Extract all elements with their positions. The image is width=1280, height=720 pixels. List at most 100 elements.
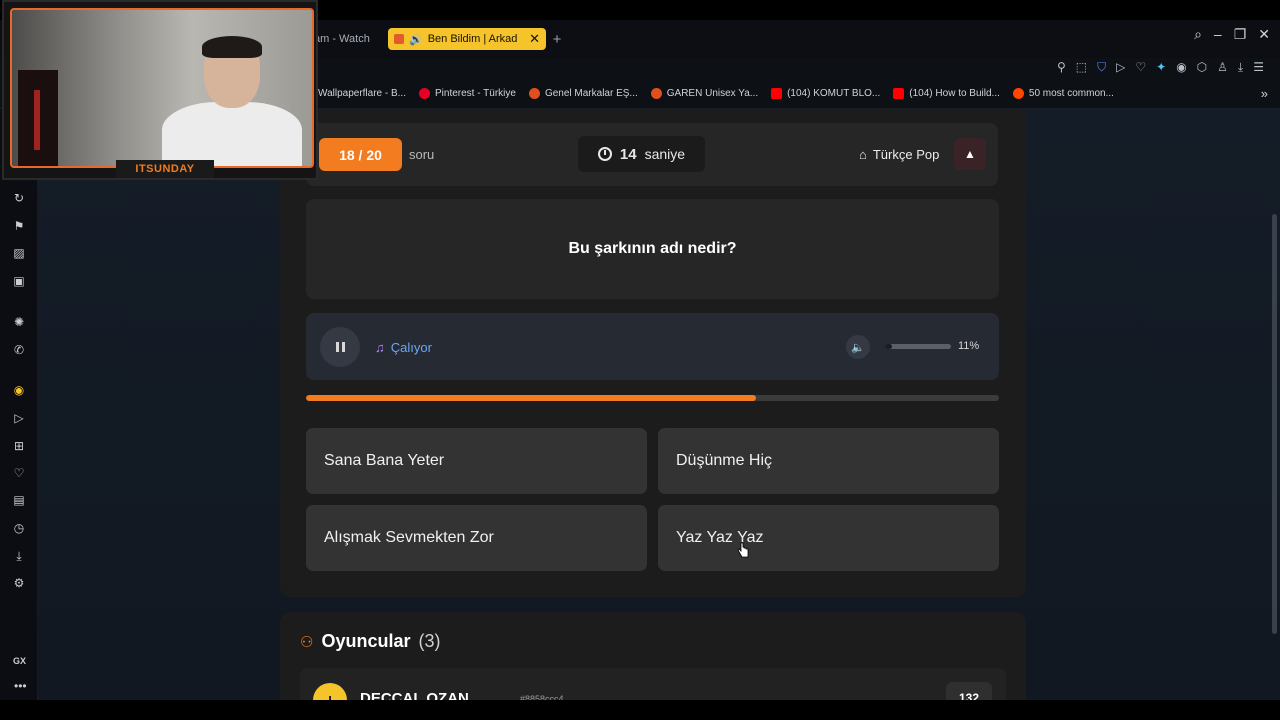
new-tab-button[interactable]: +: [550, 28, 564, 50]
players-count: (3): [418, 631, 441, 651]
send-icon[interactable]: ▷: [12, 411, 26, 425]
speaker-icon: 🔊: [409, 33, 423, 46]
player-score: 132: [946, 682, 992, 700]
pinboard-icon[interactable]: ▤: [12, 493, 26, 507]
youtube-icon: [771, 88, 783, 99]
menu-icon[interactable]: ☰: [1253, 60, 1264, 75]
player-row: I DECCAL OZAN #8858ccc4 132: [300, 668, 1006, 700]
answer-option[interactable]: Yaz Yaz Yaz: [658, 505, 999, 571]
heart-icon[interactable]: ♡: [1135, 60, 1146, 75]
gaming-icon[interactable]: ⚑: [12, 219, 26, 233]
extensions-icon[interactable]: ⬡: [1197, 60, 1207, 75]
avatar: I: [313, 683, 347, 700]
heart-icon[interactable]: ♡: [12, 466, 26, 480]
time-progress-fill: [306, 395, 757, 401]
restore-icon[interactable]: ❐: [1234, 26, 1247, 43]
tab-ben-bildim[interactable]: 🔊 Ben Bildim | Arkad ✕: [388, 28, 546, 50]
bookmarks-overflow-button[interactable]: »: [1261, 86, 1268, 101]
history-icon[interactable]: ◷: [12, 521, 26, 535]
player-name: DECCAL OZAN: [360, 690, 469, 700]
speaker-icon: 🔈: [851, 341, 865, 354]
playing-status: ♫ Çalıyor: [375, 340, 432, 355]
ai-icon[interactable]: ✦: [1156, 60, 1166, 75]
bookmark-list: Wallpaperflare - B... Pinterest - Türkiy…: [318, 88, 1114, 99]
vpn-icon[interactable]: ◉: [1176, 60, 1186, 75]
quiz-header: 18 / 20 soru 14 saniye ⌂ Türkçe Pop ▲: [306, 123, 998, 186]
pin-icon[interactable]: ⚲: [1057, 60, 1066, 75]
search-icon[interactable]: ⌕: [1194, 26, 1202, 43]
tag-icon: ⌂: [859, 147, 867, 162]
chatgpt-icon[interactable]: ✺: [12, 315, 26, 329]
category-label: ⌂ Türkçe Pop: [859, 147, 939, 162]
bookmark-item[interactable]: (104) KOMUT BLO...: [771, 88, 880, 99]
twitch-icon[interactable]: ▨: [12, 246, 26, 260]
apps-icon[interactable]: ⊞: [12, 439, 26, 453]
favicon-icon: [394, 34, 404, 44]
report-button[interactable]: ▲: [954, 138, 986, 170]
whatsapp-icon[interactable]: ✆: [12, 343, 26, 357]
answer-option[interactable]: Düşünme Hiç: [658, 428, 999, 494]
profile-icon[interactable]: ♙: [1217, 60, 1228, 75]
volume-slider-fill: [885, 344, 893, 349]
timer-value: 14: [619, 145, 637, 163]
close-tab-icon[interactable]: ✕: [529, 31, 540, 47]
webcam-overlay: ITSUNDAY: [2, 0, 318, 180]
close-icon[interactable]: ✕: [1258, 26, 1270, 43]
site-icon: [650, 88, 662, 99]
settings-icon[interactable]: ⚙: [12, 576, 26, 590]
more-icon[interactable]: •••: [14, 679, 27, 693]
refresh-icon[interactable]: ↻: [12, 191, 26, 205]
window-controls: ⌕ – ❐ ✕: [1194, 26, 1270, 43]
bookmark-item[interactable]: Pinterest - Türkiye: [419, 88, 516, 99]
category-name: Türkçe Pop: [872, 147, 940, 162]
tab-title: Ben Bildim | Arkad: [427, 33, 518, 45]
answer-option[interactable]: Alışmak Sevmekten Zor: [306, 505, 647, 571]
shield-icon[interactable]: ⛉: [1097, 60, 1106, 75]
pause-icon-bar: [341, 342, 345, 352]
mastodon-icon[interactable]: ▣: [12, 274, 26, 288]
volume-percent: 11%: [958, 340, 980, 352]
bookmark-label: GAREN Unisex Ya...: [666, 88, 759, 99]
bookmark-label: (104) How to Build...: [909, 88, 1000, 99]
tab-title: am - Watch: [314, 33, 370, 45]
bookmark-item[interactable]: GAREN Unisex Ya...: [650, 88, 759, 99]
browser-sidebar: ↻ ⚑ ▨ ▣ ✺ ✆ ◉ ▷ ⊞ ♡ ▤ ◷ ⤓ ⚙ GX •••: [0, 109, 38, 700]
download-icon[interactable]: ⤓: [1238, 60, 1243, 75]
music-icon[interactable]: ◉: [12, 383, 26, 397]
bookmark-item[interactable]: (104) How to Build...: [893, 88, 1000, 99]
snapshot-icon[interactable]: ⬚: [1076, 60, 1087, 75]
gx-label[interactable]: GX: [13, 656, 26, 666]
site-icon: [528, 88, 540, 99]
audio-player: ♫ Çalıyor 🔈 11%: [306, 313, 999, 380]
pc-case-image: [18, 70, 58, 166]
pause-button[interactable]: [320, 327, 360, 367]
tab-youtube[interactable]: am - Watch: [314, 28, 384, 50]
bookmark-label: (104) KOMUT BLO...: [787, 88, 881, 99]
answer-option[interactable]: Sana Bana Yeter: [306, 428, 647, 494]
download-icon[interactable]: ⤓: [12, 549, 26, 563]
volume-button[interactable]: 🔈: [846, 335, 870, 359]
toolbar-icons: ⚲ ⬚ ⛉ ▷ ♡ ✦ ◉ ⬡ ♙ ⤓ ☰: [1057, 60, 1264, 75]
page-content: 18 / 20 soru 14 saniye ⌂ Türkçe Pop ▲ Bu…: [38, 109, 1280, 700]
playing-label: Çalıyor: [390, 340, 432, 355]
bookmark-item[interactable]: Genel Markalar EŞ...: [528, 88, 638, 99]
music-note-icon: ♫: [375, 340, 385, 355]
time-progress-bar: [306, 395, 999, 401]
bookmark-label: Pinterest - Türkiye: [435, 88, 516, 99]
bookmark-item[interactable]: Wallpaperflare - B...: [318, 88, 406, 99]
bookmark-label: Wallpaperflare - B...: [318, 88, 406, 99]
play-icon[interactable]: ▷: [1116, 60, 1125, 75]
reddit-icon: [1012, 88, 1024, 99]
scrollbar[interactable]: [1272, 214, 1277, 634]
question-text: Bu şarkının adı nedir?: [568, 240, 737, 257]
bookmark-item[interactable]: 50 most common...: [1012, 88, 1114, 99]
pinterest-icon: [419, 88, 430, 99]
volume-slider[interactable]: [885, 344, 951, 349]
timer: 14 saniye: [578, 136, 705, 172]
minimize-icon[interactable]: –: [1214, 26, 1222, 43]
question-counter-label: soru: [409, 147, 435, 162]
bookmark-label: Genel Markalar EŞ...: [544, 88, 638, 99]
question-counter: 18 / 20: [319, 138, 402, 171]
streamer-hair: [202, 36, 262, 58]
answer-grid: Sana Bana Yeter Düşünme Hiç Alışmak Sevm…: [306, 428, 999, 571]
